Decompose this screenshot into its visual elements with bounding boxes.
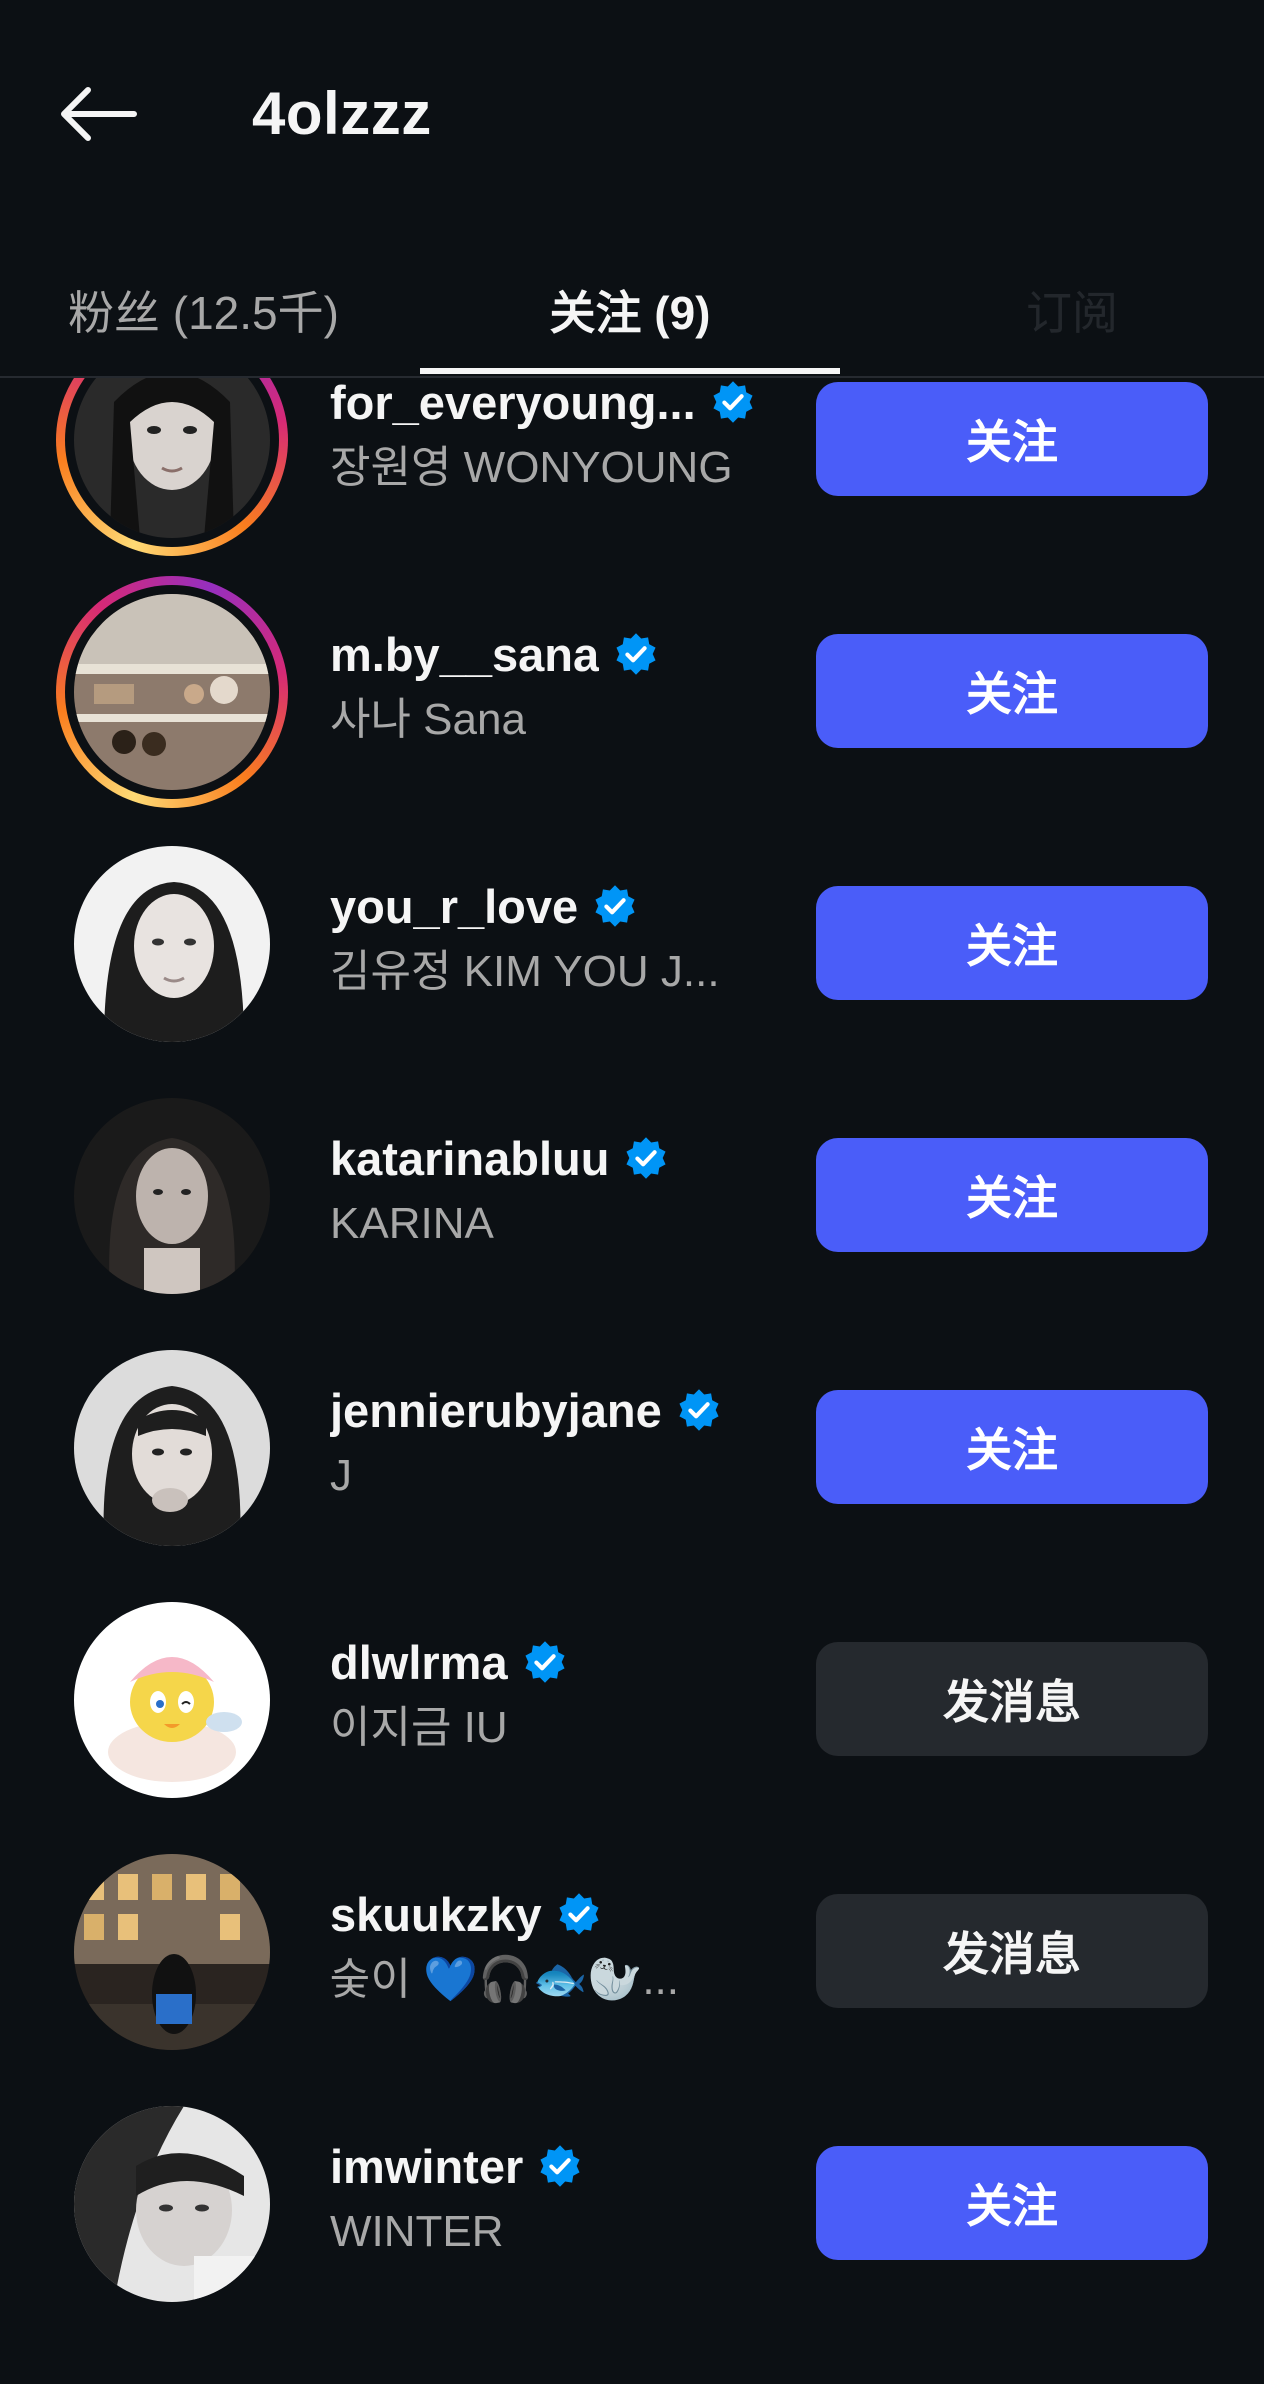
verified-badge-icon <box>616 633 656 675</box>
follow-button[interactable]: 关注 <box>816 634 1208 748</box>
profile-photo <box>74 1602 270 1798</box>
list-item[interactable]: you_r_love 김유정 KIM YOU J... 关注 <box>0 818 1264 1070</box>
profile-photo <box>74 378 270 538</box>
list-item[interactable]: m.by__sana 사나 Sana 关注 <box>0 566 1264 818</box>
username[interactable]: imwinter <box>330 2139 523 2194</box>
full-name: 사나 Sana <box>330 695 526 744</box>
verified-badge-icon <box>626 1137 667 1179</box>
full-name: KARINA <box>330 1199 494 1248</box>
username[interactable]: dlwlrma <box>330 1635 508 1690</box>
list-item[interactable]: for_everyoung... 장원영 WONYOUNG 关注 <box>0 378 1264 566</box>
avatar[interactable] <box>56 828 288 1060</box>
full-name: 숮이 💙🎧🐟🦭... <box>330 1955 679 2004</box>
list-item[interactable]: imwinter WINTER 关注 <box>0 2078 1264 2330</box>
full-name: 장원영 WONYOUNG <box>330 443 733 492</box>
avatar[interactable] <box>56 1332 288 1564</box>
avatar[interactable] <box>56 1836 288 2068</box>
username[interactable]: for_everyoung... <box>330 378 696 430</box>
active-tab-indicator <box>420 368 840 374</box>
avatar[interactable] <box>56 1584 288 1816</box>
profile-photo <box>74 2106 270 2302</box>
username[interactable]: jennierubyjane <box>330 1383 662 1438</box>
profile-photo <box>74 1098 270 1294</box>
message-button[interactable]: 发消息 <box>816 1894 1208 2008</box>
following-list[interactable]: for_everyoung... 장원영 WONYOUNG 关注 m.by__s… <box>0 378 1264 2384</box>
verified-badge-icon <box>540 2145 580 2187</box>
username[interactable]: katarinabluu <box>330 1131 609 1186</box>
username[interactable]: m.by__sana <box>330 627 599 682</box>
list-item[interactable]: katarinabluu KARINA 关注 <box>0 1070 1264 1322</box>
tab-followers[interactable]: 粉丝 (12.5千) <box>40 245 420 375</box>
full-name: WINTER <box>330 2207 504 2256</box>
username[interactable]: skuukzky <box>330 1887 542 1942</box>
avatar[interactable] <box>56 1080 288 1312</box>
profile-photo <box>74 846 270 1042</box>
follow-button[interactable]: 关注 <box>816 2146 1208 2260</box>
profile-photo <box>74 594 270 790</box>
avatar[interactable] <box>56 2088 288 2320</box>
username[interactable]: you_r_love <box>330 879 578 934</box>
full-name: 김유정 KIM YOU J... <box>330 947 720 996</box>
full-name: 이지금 IU <box>330 1703 508 1752</box>
follow-button[interactable]: 关注 <box>816 1390 1208 1504</box>
avatar[interactable] <box>56 378 288 556</box>
profile-photo <box>74 1350 270 1546</box>
message-button[interactable]: 发消息 <box>816 1642 1208 1756</box>
arrow-left-icon <box>61 87 137 141</box>
verified-badge-icon <box>559 1893 599 1935</box>
follow-button[interactable]: 关注 <box>816 382 1208 496</box>
follow-button[interactable]: 关注 <box>816 886 1208 1000</box>
avatar[interactable] <box>56 576 288 808</box>
verified-badge-icon <box>713 381 753 423</box>
list-item[interactable]: skuukzky 숮이 💙🎧🐟🦭... 发消息 <box>0 1826 1264 2078</box>
verified-badge-icon <box>679 1389 719 1431</box>
tab-following[interactable]: 关注 (9) <box>420 245 840 375</box>
full-name: J <box>330 1451 352 1500</box>
follow-button[interactable]: 关注 <box>816 1138 1208 1252</box>
list-item[interactable]: dlwlrma 이지금 IU 发消息 <box>0 1574 1264 1826</box>
tab-subscriptions[interactable]: 订阅 <box>880 245 1264 375</box>
top-bar: 4olzzz <box>0 0 1264 230</box>
verified-badge-icon <box>595 885 635 927</box>
profile-photo <box>74 1854 270 2050</box>
back-button[interactable] <box>50 72 146 156</box>
tab-bar: 粉丝 (12.5千) 关注 (9) 订阅 <box>0 245 1264 375</box>
verified-badge-icon <box>525 1641 565 1683</box>
list-item[interactable]: jennierubyjane J 关注 <box>0 1322 1264 1574</box>
page-title: 4olzzz <box>252 80 432 147</box>
